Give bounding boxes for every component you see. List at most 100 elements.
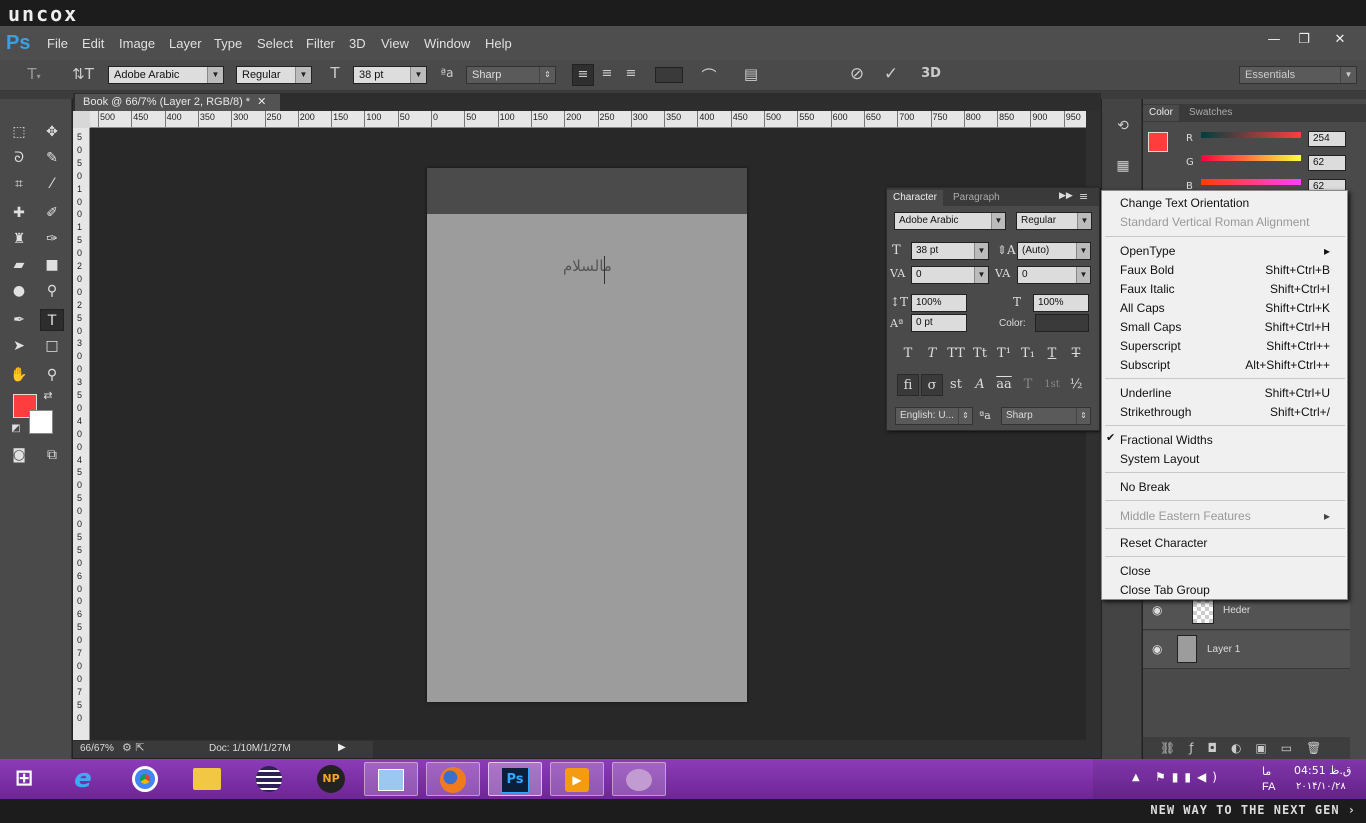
- menu-layer[interactable]: Layer: [169, 36, 202, 51]
- collapse-panel-icon[interactable]: ▶▶: [1059, 191, 1073, 201]
- align-center-button[interactable]: ≡: [596, 66, 618, 81]
- slider-g[interactable]: [1201, 155, 1301, 161]
- toggle-text-orientation-icon[interactable]: ⇅T: [72, 65, 94, 83]
- control-panel-icon[interactable]: [364, 762, 418, 796]
- faux-bold-button[interactable]: T: [897, 343, 919, 365]
- hand-tool-icon[interactable]: ✋: [7, 364, 31, 386]
- internet-explorer-icon[interactable]: e: [56, 762, 110, 796]
- background-color-swatch[interactable]: [29, 410, 53, 434]
- value-g[interactable]: 62: [1308, 155, 1346, 171]
- ordinals-button[interactable]: 1st: [1041, 374, 1063, 396]
- char-leading-select[interactable]: (Auto) ▼: [1017, 242, 1091, 260]
- ligatures-button[interactable]: fi: [897, 374, 919, 396]
- menu-item-close-tab-group[interactable]: Close Tab Group: [1120, 581, 1342, 599]
- menu-item-faux-bold[interactable]: Faux Bold Shift+Ctrl+B: [1120, 261, 1342, 279]
- char-hscale-input[interactable]: 100%: [1033, 294, 1089, 312]
- swap-colors-icon[interactable]: ⇄: [40, 388, 56, 404]
- slider-b[interactable]: [1201, 179, 1301, 185]
- app-icon[interactable]: [612, 762, 666, 796]
- language-select[interactable]: English: U... ⇕: [895, 407, 973, 425]
- menu-edit[interactable]: Edit: [82, 36, 104, 51]
- move-tool-icon[interactable]: ✥: [40, 121, 64, 143]
- menu-type[interactable]: Type: [214, 36, 242, 51]
- menu-item-faux-italic[interactable]: Faux Italic Shift+Ctrl+I: [1120, 280, 1342, 298]
- toggle-panels-icon[interactable]: ▤: [740, 65, 762, 83]
- file-explorer-icon[interactable]: [180, 762, 234, 796]
- char-kerning-select[interactable]: 0 ▼: [911, 266, 989, 284]
- char-antialias-select[interactable]: Sharp ⇕: [1001, 407, 1091, 425]
- strikethrough-button[interactable]: T: [1065, 343, 1087, 365]
- document-tab[interactable]: Book @ 66/7% (Layer 2, RGB/8) * ✕: [75, 94, 280, 111]
- char-color-swatch[interactable]: [1035, 314, 1089, 332]
- menu-item-strikethrough[interactable]: Strikethrough Shift+Ctrl+/: [1120, 403, 1342, 421]
- type-tool-preset-icon[interactable]: T▾: [22, 65, 46, 83]
- document-page[interactable]: [427, 168, 747, 702]
- char-tracking-select[interactable]: 0 ▼: [1017, 266, 1091, 284]
- workspace-select[interactable]: Essentials ▼: [1239, 66, 1357, 84]
- default-colors-icon[interactable]: ◩: [9, 422, 23, 436]
- tab-swatches[interactable]: Swatches: [1183, 105, 1238, 121]
- menu-item-change-text-orientation[interactable]: Change Text Orientation: [1120, 194, 1342, 212]
- panel-menu-icon[interactable]: ≡: [1079, 190, 1088, 203]
- char-vscale-input[interactable]: 100%: [911, 294, 967, 312]
- menu-item-fractional-widths[interactable]: Fractional Widths: [1120, 431, 1342, 449]
- tab-color[interactable]: Color: [1143, 105, 1179, 121]
- status-menu-arrow-icon[interactable]: ▶: [338, 742, 346, 753]
- superscript-button[interactable]: T¹: [993, 343, 1015, 365]
- ornaments-button[interactable]: T: [1017, 374, 1039, 396]
- menu-3d[interactable]: 3D: [349, 36, 366, 51]
- minimize-button[interactable]: —: [1259, 31, 1289, 49]
- value-r[interactable]: 254: [1308, 131, 1346, 147]
- slider-r[interactable]: [1201, 132, 1301, 138]
- menu-item-reset-character[interactable]: Reset Character: [1120, 534, 1342, 552]
- font-family-select[interactable]: Adobe Arabic ▼: [108, 66, 224, 84]
- menu-item-system-layout[interactable]: System Layout: [1120, 450, 1342, 468]
- status-icons[interactable]: ⚙ ⇱: [122, 741, 145, 754]
- warp-text-icon[interactable]: ⌒: [698, 65, 720, 86]
- gradient-tool-icon[interactable]: ■: [40, 254, 64, 276]
- rectangle-tool-icon[interactable]: □: [40, 335, 64, 357]
- media-player-icon[interactable]: ▶: [550, 762, 604, 796]
- pen-tool-icon[interactable]: ✒: [7, 309, 31, 331]
- type-tool-icon[interactable]: T: [40, 309, 64, 331]
- menu-item-subscript[interactable]: Subscript Alt+Shift+Ctrl++: [1120, 356, 1342, 374]
- menu-item-small-caps[interactable]: Small Caps Shift+Ctrl+H: [1120, 318, 1342, 336]
- layer-name[interactable]: Layer 1: [1207, 644, 1240, 655]
- titling-alternates-button[interactable]: aa: [993, 374, 1015, 396]
- menu-item-opentype[interactable]: OpenType ▸: [1120, 242, 1342, 260]
- actions-panel-icon[interactable]: ▦: [1110, 158, 1136, 174]
- brush-tool-icon[interactable]: ✐: [40, 202, 64, 224]
- eyedropper-tool-icon[interactable]: ⁄: [40, 173, 64, 195]
- quick-select-tool-icon[interactable]: ✎: [40, 147, 64, 169]
- crop-tool-icon[interactable]: ⌗: [7, 173, 31, 195]
- menu-filter[interactable]: Filter: [306, 36, 335, 51]
- visibility-eye-icon[interactable]: ◉: [1152, 642, 1162, 656]
- path-selection-tool-icon[interactable]: ➤: [7, 335, 31, 357]
- antialias-select[interactable]: Sharp ⇕: [466, 66, 556, 84]
- clock-date[interactable]: ۲۰۱۴/۱۰/۲۸: [1296, 781, 1346, 792]
- eraser-tool-icon[interactable]: ▰: [7, 254, 31, 276]
- history-panel-icon[interactable]: ⟲: [1110, 118, 1136, 134]
- menu-item-close[interactable]: Close: [1120, 562, 1342, 580]
- show-hidden-icons-icon[interactable]: ▲: [1132, 772, 1140, 783]
- layer-row[interactable]: [1143, 631, 1350, 669]
- menu-item-underline[interactable]: Underline Shift+Ctrl+U: [1120, 384, 1342, 402]
- close-window-button[interactable]: ✕: [1325, 31, 1355, 49]
- commit-edits-icon[interactable]: ✓: [880, 64, 902, 84]
- discretionary-ligatures-button[interactable]: σ: [921, 374, 943, 396]
- visibility-eye-icon[interactable]: ◉: [1152, 603, 1162, 617]
- screen-mode-icon[interactable]: ⧉: [40, 444, 64, 466]
- chrome-icon[interactable]: [118, 762, 172, 796]
- cancel-edits-icon[interactable]: ⊘: [846, 64, 868, 84]
- tray-status-icons[interactable]: ⚑▮▮◀): [1155, 770, 1223, 784]
- menu-item-all-caps[interactable]: All Caps Shift+Ctrl+K: [1120, 299, 1342, 317]
- firefox-icon[interactable]: [426, 762, 480, 796]
- dodge-tool-icon[interactable]: ⚲: [40, 280, 64, 302]
- tab-character[interactable]: Character: [887, 190, 943, 206]
- font-style-select[interactable]: Regular ▼: [236, 66, 312, 84]
- menu-view[interactable]: View: [381, 36, 409, 51]
- clone-stamp-tool-icon[interactable]: ♜: [7, 228, 31, 250]
- zoom-tool-icon[interactable]: ⚲: [40, 364, 64, 386]
- windows-start-icon[interactable]: ⊞: [0, 762, 48, 796]
- faux-italic-button[interactable]: T: [921, 343, 943, 365]
